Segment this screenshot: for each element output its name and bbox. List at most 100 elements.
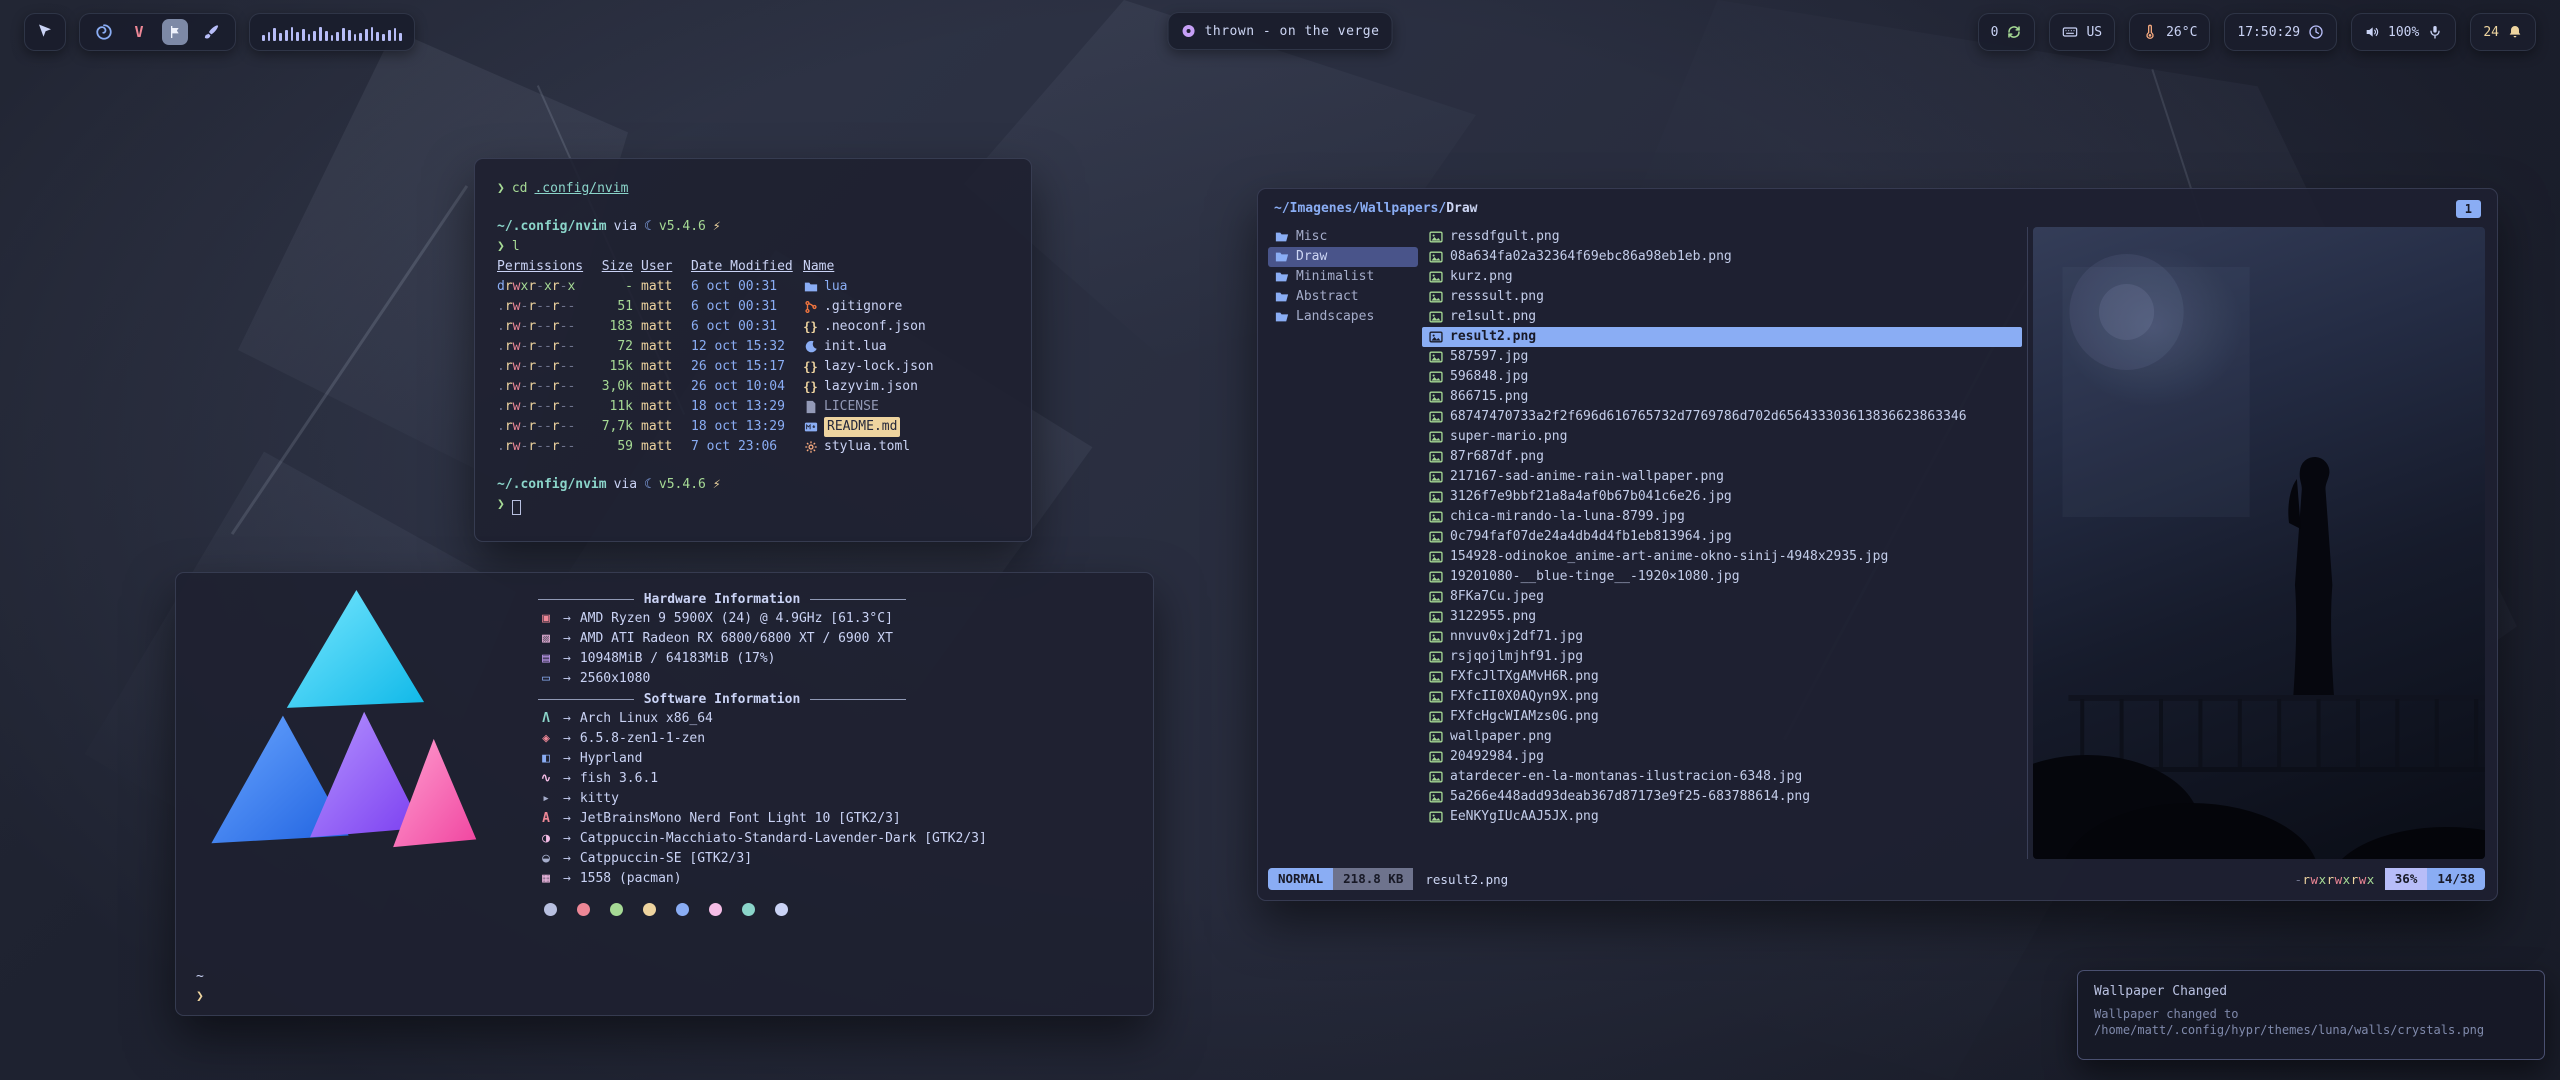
git-icon [803, 300, 818, 315]
prompt-char: ❯ [497, 495, 505, 515]
speaker-icon [2364, 24, 2380, 40]
viz-bar [325, 31, 328, 41]
audio-module[interactable]: 100% [2351, 13, 2456, 51]
cursor-line: ❯ [497, 495, 1011, 515]
fetch-line: ◈→6.5.8-zen1-1-zen [538, 729, 1133, 749]
file-item[interactable]: ressdfgult.png [1422, 227, 2022, 247]
fetch-line-icon: ▸ [538, 789, 554, 809]
image-file-icon [1428, 750, 1443, 765]
image-file-icon [1428, 710, 1443, 725]
image-file-icon [1428, 410, 1443, 425]
image-file-icon [1428, 530, 1443, 545]
image-file-icon [1428, 610, 1443, 625]
arrow-icon: → [563, 829, 571, 849]
folder-item-landscapes[interactable]: Landscapes [1268, 307, 1418, 327]
column-separator [2027, 227, 2028, 859]
file-item[interactable]: super-mario.png [1422, 427, 2022, 447]
clock-module[interactable]: 17:50:29 [2224, 13, 2337, 51]
folder-item-misc[interactable]: Misc [1268, 227, 1418, 247]
workspace-icon-swirl[interactable] [92, 20, 116, 44]
image-file-icon [1428, 330, 1443, 345]
music-track-label: thrown - on the verge [1205, 24, 1380, 39]
arrow-icon: → [563, 749, 571, 769]
file-item[interactable]: EeNKYgIUcAAJ5JX.png [1422, 807, 2022, 827]
terminal-window[interactable]: ❯ cd .config/nvim ~/.config/nvim via ☾ v… [474, 158, 1032, 542]
file-manager-window[interactable]: ~/Imagenes/Wallpapers/ Draw 1 MiscDrawMi… [1257, 188, 2498, 901]
workspace-icon-brush[interactable] [199, 20, 223, 44]
visualizer-module[interactable] [249, 13, 415, 51]
file-item[interactable]: 19201080-__blue-tinge__-1920×1080.jpg [1422, 567, 2022, 587]
workspace-icon-flag-active[interactable] [162, 19, 188, 45]
file-item[interactable]: 3126f7e9bbf21a8a4af0b67b041c6e26.jpg [1422, 487, 2022, 507]
file-item[interactable]: re1sult.png [1422, 307, 2022, 327]
file-item[interactable]: atardecer-en-la-montanas-ilustracion-634… [1422, 767, 2022, 787]
viz-bar [399, 33, 402, 41]
folder-item-minimalist[interactable]: Minimalist [1268, 267, 1418, 287]
file-item[interactable]: 596848.jpg [1422, 367, 2022, 387]
tab-badge[interactable]: 1 [2456, 200, 2481, 218]
file-item[interactable]: wallpaper.png [1422, 727, 2022, 747]
notification-popup[interactable]: Wallpaper Changed Wallpaper changed to /… [2077, 970, 2545, 1060]
file-item[interactable]: 68747470733a2f2f696d616765732d7769786d70… [1422, 407, 2022, 427]
file-item[interactable]: 154928-odinokoe_anime-art-anime-okno-sin… [1422, 547, 2022, 567]
folder-item-abstract[interactable]: Abstract [1268, 287, 1418, 307]
music-module[interactable]: thrown - on the verge [1168, 12, 1393, 50]
notification-body: Wallpaper changed to /home/matt/.config/… [2094, 1006, 2528, 1038]
viz-bar [262, 35, 265, 41]
file-item[interactable]: 0c794faf07de24a4db4d4fb1eb813964.jpg [1422, 527, 2022, 547]
launcher-button[interactable] [24, 13, 66, 51]
file-item[interactable]: resssult.png [1422, 287, 2022, 307]
preview-scene [2033, 227, 2485, 859]
file-item[interactable]: 5a266e448add93deab367d87173e9f25-6837886… [1422, 787, 2022, 807]
workspace-icon-v[interactable]: V [127, 20, 151, 44]
path-current: Draw [1446, 199, 1477, 219]
bar-right-modules: 0 US 26°C [1978, 13, 2536, 51]
fetch-line-icon: ∿ [538, 769, 554, 789]
file-item[interactable]: FXfcJlTXgAMvH6R.png [1422, 667, 2022, 687]
viz-bar [359, 33, 362, 41]
file-item[interactable]: 217167-sad-anime-rain-wallpaper.png [1422, 467, 2022, 487]
file-item[interactable]: 8FKa7Cu.jpeg [1422, 587, 2022, 607]
image-file-icon [1428, 770, 1443, 785]
file-item[interactable]: 866715.png [1422, 387, 2022, 407]
lua-version: v5.4.6 [659, 217, 706, 237]
file-item[interactable]: 3122955.png [1422, 607, 2022, 627]
keyboard-layout-module[interactable]: US [2049, 13, 2115, 51]
workspaces-module[interactable]: V [79, 13, 236, 51]
fetch-line: ▣→AMD Ryzen 9 5900X (24) @ 4.9GHz [61.3°… [538, 609, 1133, 629]
arrow-icon: → [563, 849, 571, 869]
file-item[interactable]: 587597.jpg [1422, 347, 2022, 367]
file-item[interactable]: 87r687df.png [1422, 447, 2022, 467]
listing-header-1: Size [591, 257, 633, 277]
file-item[interactable]: FXfcII0X0AQyn9X.png [1422, 687, 2022, 707]
palette-dot [775, 903, 788, 916]
fetch-line-icon: ◧ [538, 749, 554, 769]
file-item[interactable]: rsjqojlmjhf91.jpg [1422, 647, 2022, 667]
temperature-module[interactable]: 26°C [2129, 13, 2210, 51]
bar-left-modules: V [24, 13, 415, 51]
file-item[interactable]: nnvuv0xj2df71.jpg [1422, 627, 2022, 647]
file-item[interactable]: result2.png [1422, 327, 2022, 347]
file-item[interactable]: FXfcHgcWIAMzs0G.png [1422, 707, 2022, 727]
file-item[interactable]: 20492984.jpg [1422, 747, 2022, 767]
doc-icon [803, 400, 818, 415]
music-disc-icon [1181, 23, 1197, 39]
file-item[interactable]: kurz.png [1422, 267, 2022, 287]
fastfetch-window[interactable]: Hardware Information ▣→AMD Ryzen 9 5900X… [175, 572, 1154, 1016]
fetch-line: ▭→2560x1080 [538, 669, 1133, 689]
file-item[interactable]: 08a634fa02a32364f69ebc86a98eb1eb.png [1422, 247, 2022, 267]
file-item[interactable]: chica-mirando-la-luna-8799.jpg [1422, 507, 2022, 527]
viz-bar [302, 29, 305, 41]
shell-prompt-line: ~/.config/nvim via ☾ v5.4.6 ⚡ [497, 475, 1011, 495]
viz-bar [279, 33, 282, 41]
listing-header-3: Date Modified [691, 257, 795, 277]
image-file-icon [1428, 550, 1443, 565]
arrow-icon: → [563, 789, 571, 809]
braces-icon: {} [803, 360, 818, 375]
notifications-module[interactable]: 24 [2470, 13, 2536, 51]
folder-item-draw[interactable]: Draw [1268, 247, 1418, 267]
updates-module[interactable]: 0 [1978, 13, 2036, 51]
fetch-info: Hardware Information ▣→AMD Ryzen 9 5900X… [538, 589, 1133, 916]
viz-bar [319, 27, 322, 41]
viz-bar [371, 27, 374, 41]
